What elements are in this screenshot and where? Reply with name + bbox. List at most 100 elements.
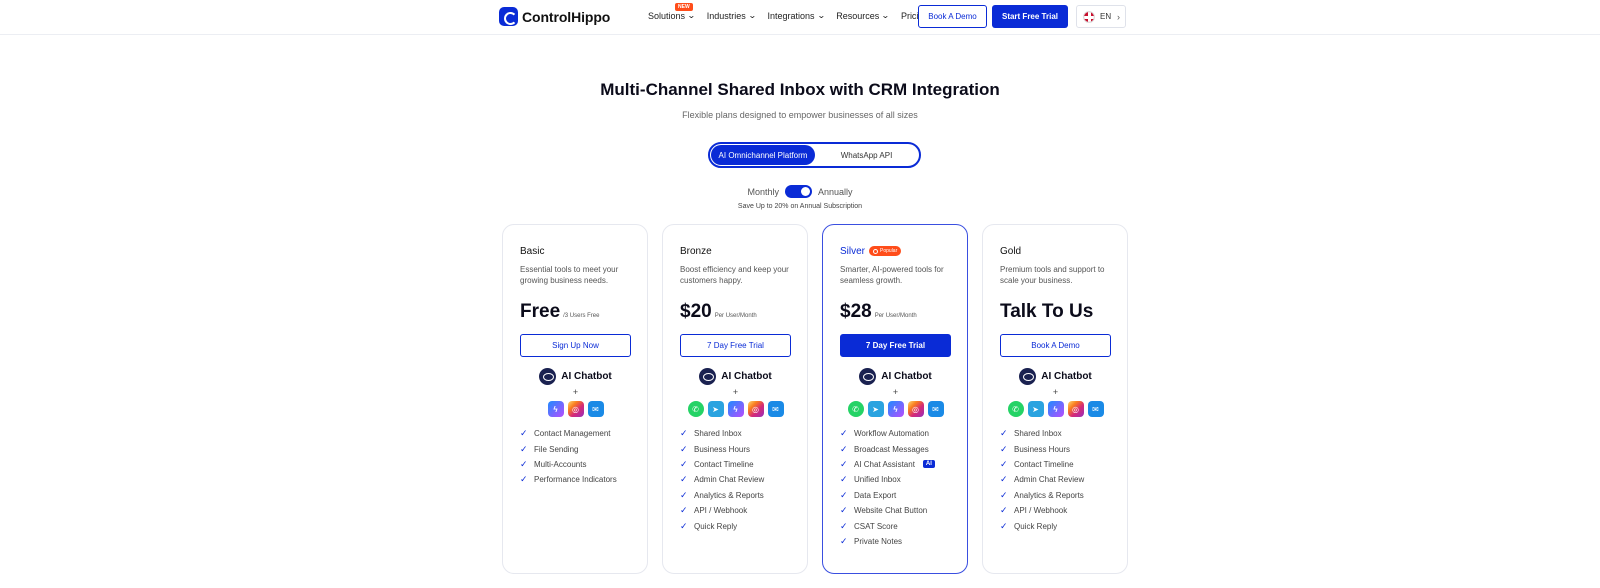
plus-sign: + bbox=[572, 387, 579, 397]
feature-label: Website Chat Button bbox=[854, 506, 928, 516]
nav-solutions-label: Solutions bbox=[648, 11, 686, 21]
plan-card-gold: Gold Premium tools and support to scale y… bbox=[982, 224, 1128, 574]
messenger-icon: ϟ bbox=[727, 401, 744, 417]
instagram-icon: ◎ bbox=[567, 401, 584, 417]
telegram-icon: ➤ bbox=[707, 401, 724, 417]
feature-item: ✓ Analytics & Reports bbox=[1000, 488, 1111, 503]
nav-resources[interactable]: Resources ⌄ bbox=[836, 11, 890, 21]
plan-cta-button[interactable]: 7 Day Free Trial bbox=[840, 334, 951, 357]
instagram-icon: ◎ bbox=[907, 401, 924, 417]
feature-label: Broadcast Messages bbox=[854, 444, 929, 454]
plan-price: Talk To Us bbox=[1000, 301, 1094, 322]
check-icon: ✓ bbox=[680, 428, 688, 439]
check-icon: ✓ bbox=[680, 474, 688, 485]
popular-badge: Popular bbox=[869, 246, 902, 256]
billing-toggle-row: Monthly Annually bbox=[0, 185, 1600, 198]
billing-monthly-label[interactable]: Monthly bbox=[747, 187, 779, 197]
feature-item: ✓ AI Chat Assistant AI bbox=[840, 457, 951, 472]
feature-label: Analytics & Reports bbox=[1014, 490, 1084, 500]
feature-item: ✓ Workflow Automation bbox=[840, 426, 951, 441]
feature-item: ✓ Business Hours bbox=[680, 441, 791, 456]
chevron-down-icon: ⌄ bbox=[687, 11, 696, 20]
check-icon: ✓ bbox=[1000, 443, 1008, 454]
star-icon bbox=[873, 248, 879, 254]
tab-ai-omnichannel[interactable]: AI Omnichannel Platform bbox=[711, 145, 815, 165]
price-row: Talk To Us bbox=[1000, 301, 1111, 325]
feature-item: ✓ Shared Inbox bbox=[1000, 426, 1111, 441]
check-icon: ✓ bbox=[680, 443, 688, 454]
language-label: EN bbox=[1100, 12, 1112, 21]
feature-item: ✓ Business Hours bbox=[1000, 441, 1111, 456]
chatbot-icon bbox=[859, 368, 877, 385]
feature-label: Business Hours bbox=[1014, 444, 1071, 454]
check-icon: ✓ bbox=[840, 428, 848, 439]
nav-resources-label: Resources bbox=[836, 11, 880, 21]
plan-cta-button[interactable]: Sign Up Now bbox=[520, 334, 631, 357]
price-row: Free/3 Users Free bbox=[520, 301, 631, 325]
check-icon: ✓ bbox=[1000, 428, 1008, 439]
check-icon: ✓ bbox=[840, 489, 848, 500]
channel-icons: ✆ ➤ ϟ ◎ ✉ bbox=[680, 401, 791, 417]
plan-cta-button[interactable]: Book A Demo bbox=[1000, 334, 1111, 357]
nav-industries-label: Industries bbox=[706, 11, 746, 21]
brand-logo[interactable]: ControlHippo bbox=[499, 7, 610, 26]
page-title: Multi-Channel Shared Inbox with CRM Inte… bbox=[600, 80, 1000, 99]
whatsapp-icon: ✆ bbox=[687, 401, 704, 417]
feature-item: ✓ Performance Indicators bbox=[520, 472, 631, 487]
language-selector[interactable]: EN › bbox=[1076, 5, 1126, 28]
check-icon: ✓ bbox=[1000, 520, 1008, 531]
plan-cta-button[interactable]: 7 Day Free Trial bbox=[680, 334, 791, 357]
start-free-trial-button[interactable]: Start Free Trial bbox=[992, 5, 1068, 28]
feature-item: ✓ Multi-Accounts bbox=[520, 457, 631, 472]
ai-chatbot-row: AI Chatbot bbox=[680, 368, 791, 385]
check-icon: ✓ bbox=[520, 474, 528, 485]
plan-card-bronze: Bronze Boost efficiency and keep your cus… bbox=[662, 224, 808, 574]
plan-name-text: Basic bbox=[520, 245, 545, 257]
ai-chatbot-row: AI Chatbot bbox=[520, 368, 631, 385]
plan-card-basic: Basic Essential tools to meet your growin… bbox=[502, 224, 648, 574]
billing-switch[interactable] bbox=[784, 185, 812, 198]
chatbot-label: AI Chatbot bbox=[1041, 371, 1092, 382]
check-icon: ✓ bbox=[840, 535, 848, 546]
telegram-icon: ➤ bbox=[1027, 401, 1044, 417]
feature-list: ✓ Shared Inbox ✓ Business Hours ✓ Contact Tim… bbox=[680, 426, 791, 534]
chatbot-icon bbox=[699, 368, 717, 385]
billing-annually-label[interactable]: Annually bbox=[818, 187, 853, 197]
feature-label: Performance Indicators bbox=[534, 475, 617, 485]
feature-item: ✓ Quick Reply bbox=[680, 518, 791, 533]
feature-item: ✓ Shared Inbox bbox=[680, 426, 791, 441]
price-row: $28 Per User/Month bbox=[840, 301, 951, 325]
messenger-icon: ϟ bbox=[547, 401, 564, 417]
check-icon: ✓ bbox=[840, 443, 848, 454]
email-icon: ✉ bbox=[587, 401, 604, 417]
feature-item: ✓ Admin Chat Review bbox=[680, 472, 791, 487]
feature-label: Workflow Automation bbox=[854, 429, 929, 439]
plan-name-text: Silver bbox=[840, 245, 866, 257]
feature-label: Contact Management bbox=[534, 429, 611, 439]
price-row: $20 Per User/Month bbox=[680, 301, 791, 325]
feature-item: ✓ Quick Reply bbox=[1000, 518, 1111, 533]
chevron-down-icon: ⌄ bbox=[747, 11, 757, 20]
feature-list: ✓ Contact Management ✓ File Sending ✓ Multi-A… bbox=[520, 426, 631, 488]
nav-integrations[interactable]: Integrations ⌄ bbox=[767, 11, 825, 21]
plus-sign: + bbox=[1052, 387, 1059, 397]
messenger-icon: ϟ bbox=[887, 401, 904, 417]
plan-price: Free bbox=[520, 301, 561, 322]
feature-item: ✓ Private Notes bbox=[840, 534, 951, 549]
check-icon: ✓ bbox=[1000, 505, 1008, 516]
feature-item: ✓ Contact Management bbox=[520, 426, 631, 441]
feature-item: ✓ Admin Chat Review bbox=[1000, 472, 1111, 487]
feature-list: ✓ Workflow Automation ✓ Broadcast Messages ✓… bbox=[840, 426, 951, 549]
feature-item: ✓ Data Export bbox=[840, 488, 951, 503]
feature-item: ✓ Contact Timeline bbox=[680, 457, 791, 472]
logo-icon bbox=[499, 7, 518, 26]
plan-name: Bronze bbox=[680, 245, 791, 257]
ai-badge: AI bbox=[922, 460, 935, 469]
plan-name-text: Bronze bbox=[680, 245, 712, 257]
book-demo-button[interactable]: Book A Demo bbox=[918, 5, 987, 28]
nav-industries[interactable]: Industries ⌄ bbox=[706, 11, 757, 21]
feature-label: File Sending bbox=[534, 444, 579, 454]
tab-whatsapp-api[interactable]: WhatsApp API bbox=[815, 145, 918, 165]
channel-icons: ✆ ➤ ϟ ◎ ✉ bbox=[1000, 401, 1111, 417]
nav-solutions[interactable]: Solutions ⌄ NEW bbox=[648, 3, 696, 21]
